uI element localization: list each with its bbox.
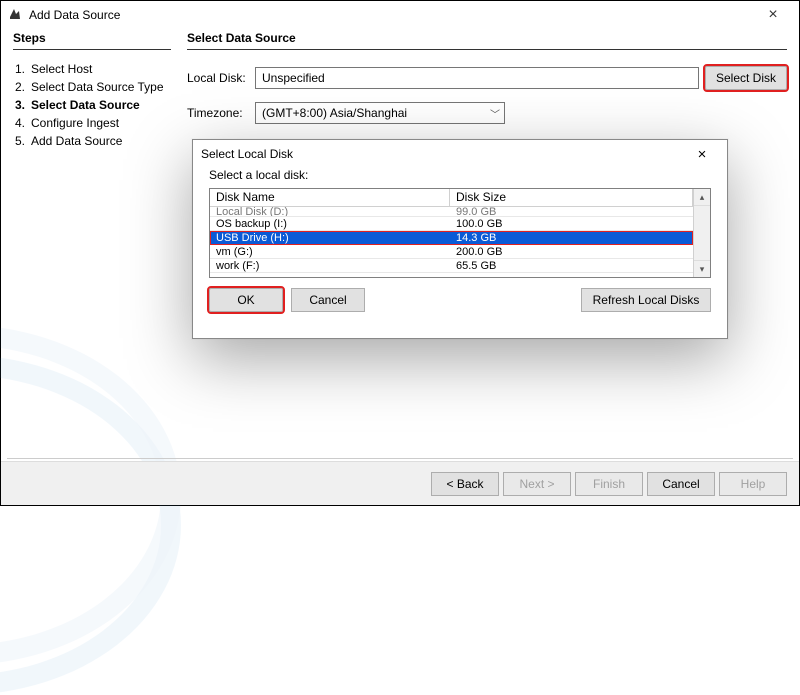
step-item: 2.Select Data Source Type xyxy=(15,78,171,96)
step-number: 5. xyxy=(15,134,31,148)
cell-disk-name: vm (G:) xyxy=(210,246,450,258)
timezone-value: (GMT+8:00) Asia/Shanghai xyxy=(262,106,407,120)
step-label: Add Data Source xyxy=(31,134,122,148)
cell-disk-size: 100.0 GB xyxy=(450,218,693,230)
dialog-close-icon[interactable]: × xyxy=(685,146,719,163)
app-icon xyxy=(7,7,23,23)
table-body: Local Disk (D:)99.0 GBOS backup (I:)100.… xyxy=(210,207,693,273)
table-row[interactable]: Local Disk (D:)99.0 GB xyxy=(210,207,693,217)
table-header: Disk Name Disk Size xyxy=(210,189,693,207)
next-button[interactable]: Next > xyxy=(503,472,571,496)
step-label: Configure Ingest xyxy=(31,116,119,130)
local-disk-value: Unspecified xyxy=(262,71,325,85)
table-row[interactable]: vm (G:)200.0 GB xyxy=(210,245,693,259)
cell-disk-size: 99.0 GB xyxy=(450,207,693,217)
scroll-up-icon[interactable]: ▴ xyxy=(694,189,710,206)
help-button[interactable]: Help xyxy=(719,472,787,496)
table-row[interactable]: work (F:)65.5 GB xyxy=(210,259,693,273)
dialog-title: Select Local Disk xyxy=(201,147,293,161)
steps-sidebar: Steps 1.Select Host2.Select Data Source … xyxy=(13,31,179,459)
col-disk-name[interactable]: Disk Name xyxy=(210,189,450,206)
table-row[interactable]: USB Drive (H:)14.3 GB xyxy=(210,231,693,245)
local-disk-label: Local Disk: xyxy=(187,71,255,85)
dialog-prompt: Select a local disk: xyxy=(209,168,711,182)
cell-disk-name: work (F:) xyxy=(210,260,450,272)
select-disk-dialog: Select Local Disk × Select a local disk:… xyxy=(192,139,728,339)
local-disk-input[interactable]: Unspecified xyxy=(255,67,699,89)
steps-heading: Steps xyxy=(13,31,171,50)
dialog-body: Select a local disk: Disk Name Disk Size… xyxy=(193,168,727,312)
step-item: 3.Select Data Source xyxy=(15,96,171,114)
select-disk-button[interactable]: Select Disk xyxy=(705,66,787,90)
col-disk-size[interactable]: Disk Size xyxy=(450,189,693,206)
step-number: 2. xyxy=(15,80,31,94)
cell-disk-name: Local Disk (D:) xyxy=(210,207,450,217)
step-number: 1. xyxy=(15,62,31,76)
disk-table: Disk Name Disk Size Local Disk (D:)99.0 … xyxy=(209,188,711,278)
scroll-down-icon[interactable]: ▾ xyxy=(694,260,710,277)
step-label: Select Host xyxy=(31,62,92,76)
titlebar: Add Data Source × xyxy=(1,1,799,29)
timezone-select[interactable]: (GMT+8:00) Asia/Shanghai ﹀ xyxy=(255,102,505,124)
step-label: Select Data Source xyxy=(31,98,140,112)
table-row[interactable]: OS backup (I:)100.0 GB xyxy=(210,217,693,231)
cell-disk-name: USB Drive (H:) xyxy=(210,232,450,244)
step-number: 4. xyxy=(15,116,31,130)
steps-list: 1.Select Host2.Select Data Source Type3.… xyxy=(15,60,171,150)
chevron-down-icon: ﹀ xyxy=(490,106,500,121)
timezone-row: Timezone: (GMT+8:00) Asia/Shanghai ﹀ xyxy=(187,102,787,124)
cancel-button[interactable]: Cancel xyxy=(647,472,715,496)
finish-button[interactable]: Finish xyxy=(575,472,643,496)
cell-disk-size: 200.0 GB xyxy=(450,246,693,258)
separator xyxy=(7,458,793,459)
dialog-button-row: OK Cancel Refresh Local Disks xyxy=(209,288,711,312)
local-disk-row: Local Disk: Unspecified Select Disk xyxy=(187,66,787,90)
dialog-cancel-button[interactable]: Cancel xyxy=(291,288,365,312)
timezone-label: Timezone: xyxy=(187,106,255,120)
step-item: 5.Add Data Source xyxy=(15,132,171,150)
refresh-disks-button[interactable]: Refresh Local Disks xyxy=(581,288,711,312)
scrollbar[interactable]: ▴ ▾ xyxy=(693,189,710,277)
close-icon[interactable]: × xyxy=(753,6,793,24)
step-label: Select Data Source Type xyxy=(31,80,164,94)
disk-table-inner: Disk Name Disk Size Local Disk (D:)99.0 … xyxy=(210,189,693,277)
back-button[interactable]: < Back xyxy=(431,472,499,496)
cell-disk-size: 14.3 GB xyxy=(450,232,693,244)
step-item: 4.Configure Ingest xyxy=(15,114,171,132)
ok-button[interactable]: OK xyxy=(209,288,283,312)
step-number: 3. xyxy=(15,98,31,112)
main-heading: Select Data Source xyxy=(187,31,787,50)
cell-disk-size: 65.5 GB xyxy=(450,260,693,272)
wizard-footer: < Back Next > Finish Cancel Help xyxy=(1,461,799,505)
window-title: Add Data Source xyxy=(29,8,120,22)
dialog-titlebar: Select Local Disk × xyxy=(193,140,727,168)
cell-disk-name: OS backup (I:) xyxy=(210,218,450,230)
step-item: 1.Select Host xyxy=(15,60,171,78)
